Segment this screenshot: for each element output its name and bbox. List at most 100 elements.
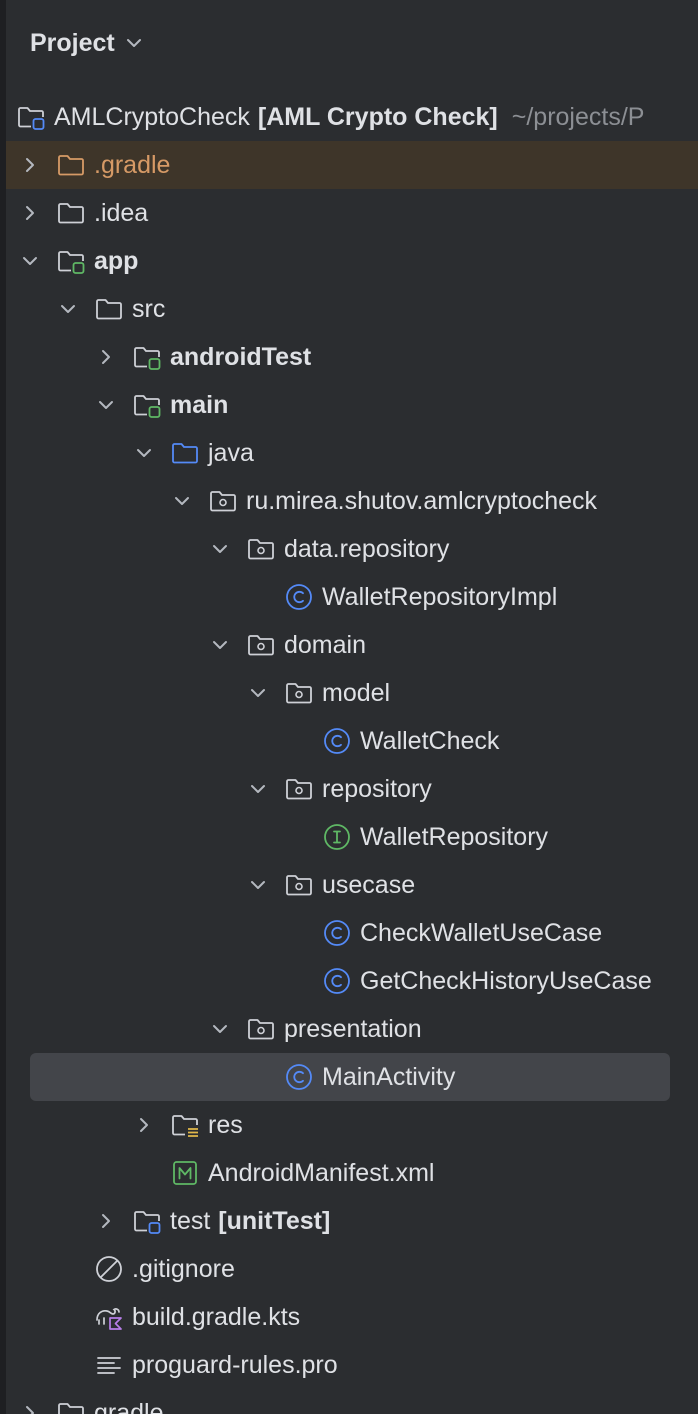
tree-row-gitignore[interactable]: .gitignore <box>6 1245 698 1293</box>
source-folder-icon <box>170 438 200 468</box>
tree-row-mainactivity[interactable]: MainActivity <box>6 1053 698 1101</box>
package-icon <box>284 678 314 708</box>
chevron-right-icon[interactable] <box>18 1401 42 1414</box>
tree-label: presentation <box>284 1014 422 1043</box>
tree-row-presentation[interactable]: presentation <box>6 1005 698 1053</box>
tree-label: WalletRepository <box>360 822 549 851</box>
chevron-down-icon[interactable] <box>246 681 270 705</box>
package-icon <box>246 1014 276 1044</box>
tree-row-getcheckhistoryusecase[interactable]: GetCheckHistoryUseCase <box>6 957 698 1005</box>
resource-folder-icon <box>170 1110 200 1140</box>
tree-label: ru.mirea.shutov.amlcryptocheck <box>246 486 598 515</box>
chevron-down-icon[interactable] <box>208 537 232 561</box>
module-folder-icon <box>132 342 162 372</box>
chevron-right-icon[interactable] <box>94 345 118 369</box>
tree-row-src[interactable]: src <box>6 285 698 333</box>
tree-label: .gitignore <box>132 1254 235 1283</box>
chevron-down-icon[interactable] <box>125 34 143 52</box>
chevron-down-icon[interactable] <box>208 1017 232 1041</box>
tree-label: androidTest <box>170 342 312 371</box>
chevron-down-icon[interactable] <box>56 297 80 321</box>
tree-label: GetCheckHistoryUseCase <box>360 966 652 995</box>
tree-label: WalletCheck <box>360 726 500 755</box>
tree-label: repository <box>322 774 432 803</box>
tree-label: model <box>322 678 391 707</box>
tree-row-model[interactable]: model <box>6 669 698 717</box>
project-view-title: Project <box>30 28 115 57</box>
tree-row-data-repository[interactable]: data.repository <box>6 525 698 573</box>
module-path: ~/projects/P <box>511 102 645 131</box>
tree-row-root-package[interactable]: ru.mirea.shutov.amlcryptocheck <box>6 477 698 525</box>
tree-label: AndroidManifest.xml <box>208 1158 435 1187</box>
folder-icon <box>56 1398 86 1414</box>
tree-row-test[interactable]: test [unitTest] <box>6 1197 698 1245</box>
source-set-name: [unitTest] <box>218 1206 331 1235</box>
tree-row-app[interactable]: app <box>6 237 698 285</box>
tree-label: CheckWalletUseCase <box>360 918 603 947</box>
class-icon <box>322 966 352 996</box>
tree-label: usecase <box>322 870 416 899</box>
chevron-right-icon[interactable] <box>18 201 42 225</box>
chevron-down-icon[interactable] <box>246 873 270 897</box>
tree-label: domain <box>284 630 366 659</box>
tree-label: app <box>94 246 139 275</box>
tree-row-root-module[interactable]: AMLCryptoCheck [AML Crypto Check] ~/proj… <box>6 93 698 141</box>
project-view-header[interactable]: Project <box>30 26 143 60</box>
tree-label: main <box>170 390 229 419</box>
text-file-icon <box>94 1350 124 1380</box>
package-icon <box>284 774 314 804</box>
tree-label: WalletRepositoryImpl <box>322 582 558 611</box>
tree-label: data.repository <box>284 534 450 563</box>
tree-row-java[interactable]: java <box>6 429 698 477</box>
project-tool-window: Project AMLCryptoCheck [AML Crypto Check… <box>0 0 698 1414</box>
tree-label: test <box>170 1206 211 1235</box>
tree-row-main[interactable]: main <box>6 381 698 429</box>
tree-row-gradle-dir[interactable]: .gradle <box>6 141 698 189</box>
folder-icon <box>94 294 124 324</box>
project-tree: AMLCryptoCheck [AML Crypto Check] ~/proj… <box>6 93 698 1414</box>
folder-icon <box>56 150 86 180</box>
module-folder-icon <box>56 246 86 276</box>
chevron-down-icon[interactable] <box>132 441 156 465</box>
tree-row-walletcheck[interactable]: WalletCheck <box>6 717 698 765</box>
chevron-right-icon[interactable] <box>132 1113 156 1137</box>
manifest-icon <box>170 1158 200 1188</box>
tree-label: .idea <box>94 198 149 227</box>
chevron-down-icon[interactable] <box>170 489 194 513</box>
test-module-folder-icon <box>132 1206 162 1236</box>
tree-row-usecase[interactable]: usecase <box>6 861 698 909</box>
chevron-down-icon[interactable] <box>246 777 270 801</box>
ignore-file-icon <box>94 1254 124 1284</box>
tree-label: src <box>132 294 166 323</box>
chevron-right-icon[interactable] <box>18 153 42 177</box>
tree-label: proguard-rules.pro <box>132 1350 338 1379</box>
tree-row-androidtest[interactable]: androidTest <box>6 333 698 381</box>
tree-row-walletrepository[interactable]: WalletRepository <box>6 813 698 861</box>
chevron-down-icon[interactable] <box>208 633 232 657</box>
module-folder-icon <box>16 102 46 132</box>
package-icon <box>208 486 238 516</box>
chevron-right-icon[interactable] <box>94 1209 118 1233</box>
tree-row-idea[interactable]: .idea <box>6 189 698 237</box>
interface-icon <box>322 822 352 852</box>
tree-row-proguard-rules[interactable]: proguard-rules.pro <box>6 1341 698 1389</box>
folder-icon <box>56 198 86 228</box>
chevron-down-icon[interactable] <box>94 393 118 417</box>
package-icon <box>284 870 314 900</box>
tree-label: AMLCryptoCheck <box>54 102 250 131</box>
tree-row-repository[interactable]: repository <box>6 765 698 813</box>
tree-row-androidmanifest[interactable]: AndroidManifest.xml <box>6 1149 698 1197</box>
package-icon <box>246 630 276 660</box>
tree-row-domain[interactable]: domain <box>6 621 698 669</box>
tree-row-build-gradle-kts[interactable]: build.gradle.kts <box>6 1293 698 1341</box>
tree-label: MainActivity <box>322 1062 456 1091</box>
class-icon <box>322 918 352 948</box>
tree-label: res <box>208 1110 243 1139</box>
chevron-down-icon[interactable] <box>18 249 42 273</box>
tree-row-checkwalletusecase[interactable]: CheckWalletUseCase <box>6 909 698 957</box>
tree-label: java <box>208 438 254 467</box>
tree-row-gradle[interactable]: gradle <box>6 1389 698 1414</box>
module-folder-icon <box>132 390 162 420</box>
tree-row-walletrepositoryimpl[interactable]: WalletRepositoryImpl <box>6 573 698 621</box>
tree-row-res[interactable]: res <box>6 1101 698 1149</box>
